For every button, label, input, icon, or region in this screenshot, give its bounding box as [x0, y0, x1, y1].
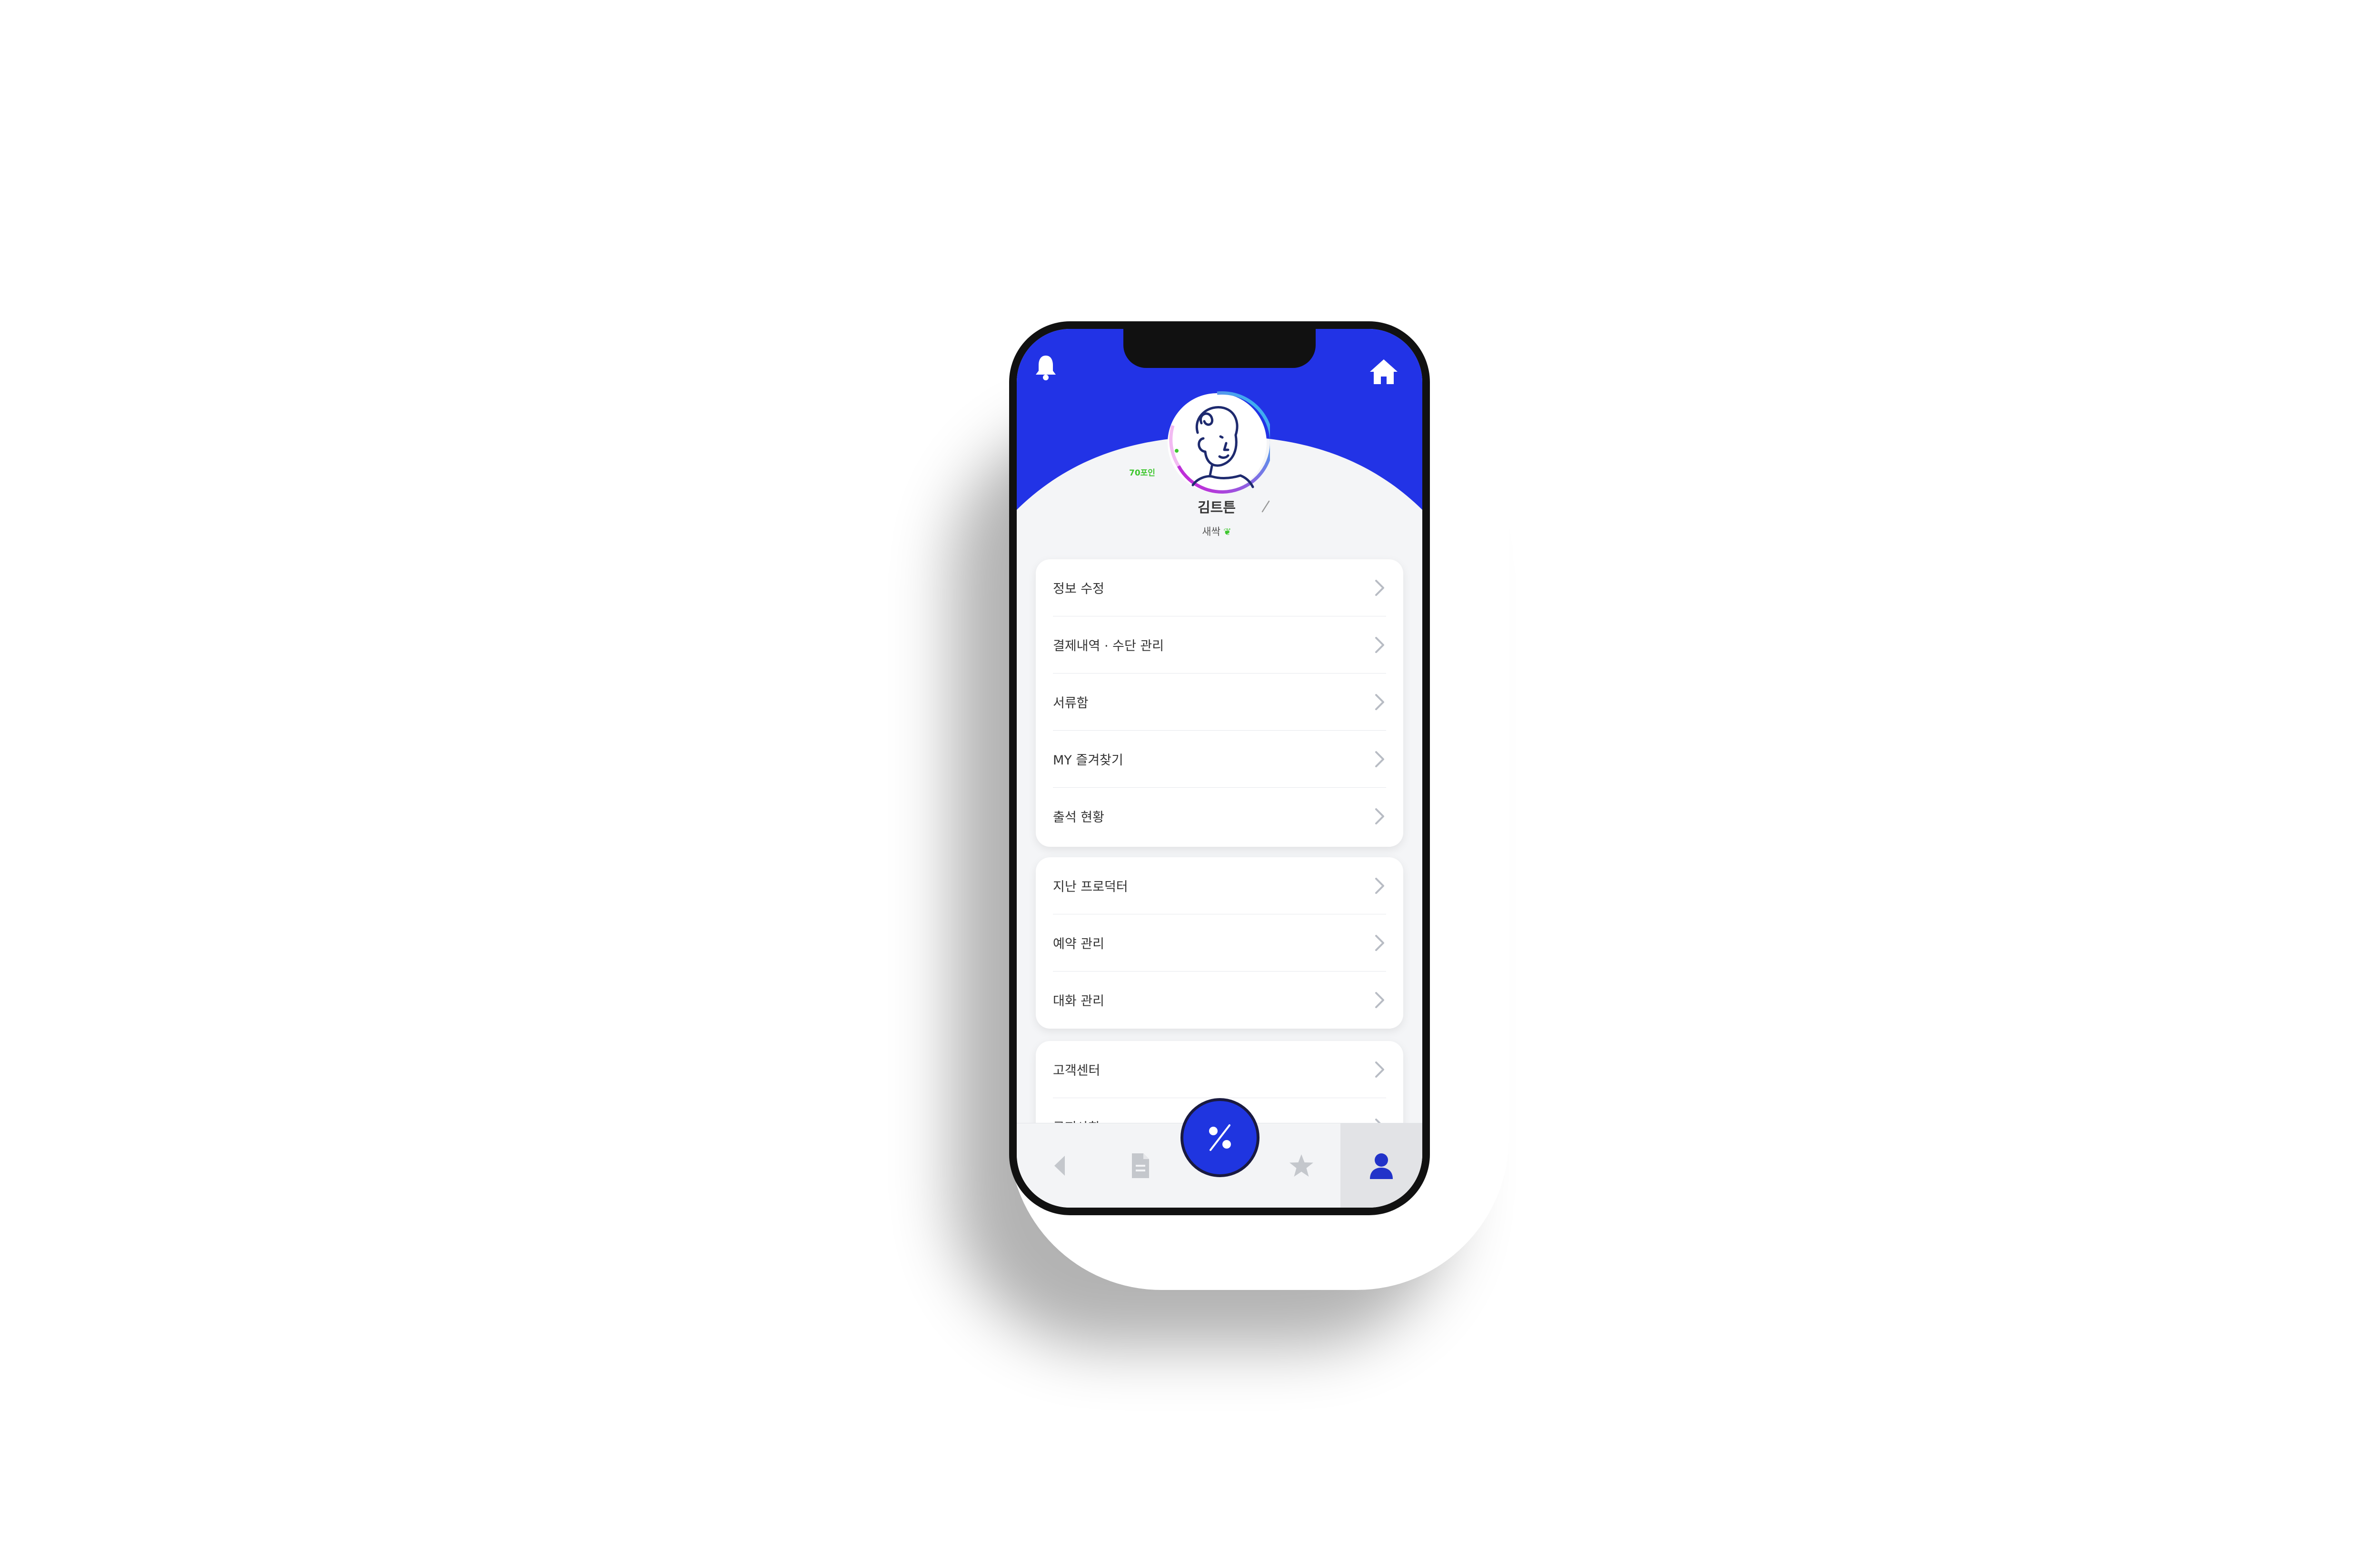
back-icon[interactable]	[1036, 1123, 1083, 1208]
user-name: 김트튼	[1197, 499, 1236, 516]
menu-item[interactable]: 정보 수정	[1053, 559, 1386, 616]
chevron-right-icon	[1375, 992, 1384, 1008]
user-grade: 새싹 ❦	[1160, 524, 1274, 538]
menu-item[interactable]: 지난 프로덕터	[1053, 857, 1386, 914]
bell-icon[interactable]	[1034, 354, 1058, 380]
avatar[interactable]	[1164, 390, 1270, 496]
chevron-right-icon	[1375, 808, 1384, 824]
phone-notch	[1123, 329, 1316, 368]
chevron-right-icon	[1375, 877, 1384, 894]
menu-item-label: 대화 관리	[1053, 994, 1104, 1009]
chevron-right-icon	[1375, 636, 1384, 653]
profile-icon[interactable]	[1340, 1123, 1422, 1208]
menu-item[interactable]: 출석 현황	[1053, 788, 1386, 844]
document-icon[interactable]	[1117, 1123, 1164, 1208]
menu-item[interactable]: 예약 관리	[1053, 914, 1386, 972]
menu-item[interactable]: 결제내역 · 수단 관리	[1053, 616, 1386, 674]
sprout-icon: ❦	[1223, 526, 1231, 537]
chevron-right-icon	[1375, 751, 1384, 767]
menu-card-account: 정보 수정 결제내역 · 수단 관리 서류함 MY 즐겨찾기 출석 현황	[1036, 559, 1403, 847]
chevron-right-icon	[1375, 934, 1384, 951]
phone-frame: 70포인 김트튼 새싹 ❦ 정보 수정 결제내역 · 수단 관리 서류함 MY …	[1009, 321, 1430, 1215]
app-screen: 70포인 김트튼 새싹 ❦ 정보 수정 결제내역 · 수단 관리 서류함 MY …	[1017, 329, 1422, 1208]
menu-item-label: 예약 관리	[1053, 937, 1104, 952]
menu-item-label: 고객센터	[1053, 1063, 1101, 1078]
menu-item-label: 서류함	[1053, 696, 1089, 711]
chevron-right-icon	[1375, 694, 1384, 710]
menu-item-label: 결제내역 · 수단 관리	[1053, 639, 1164, 654]
menu-item-label: 정보 수정	[1053, 582, 1104, 596]
menu-item-label: MY 즐겨찾기	[1053, 753, 1123, 768]
menu-item-label: 지난 프로덕터	[1053, 880, 1128, 894]
menu-item-label: 출석 현황	[1053, 810, 1104, 825]
percent-icon[interactable]	[1180, 1098, 1259, 1177]
home-icon[interactable]	[1369, 358, 1398, 385]
menu-card-activity: 지난 프로덕터 예약 관리 대화 관리	[1036, 857, 1403, 1029]
menu-item[interactable]: 고객센터	[1053, 1041, 1386, 1098]
chevron-right-icon	[1375, 1061, 1384, 1078]
pencil-icon[interactable]	[1260, 499, 1271, 513]
menu-item[interactable]: 서류함	[1053, 674, 1386, 731]
grade-label: 새싹	[1202, 526, 1220, 537]
star-icon[interactable]	[1278, 1123, 1325, 1208]
points-label: 70포인	[1129, 468, 1155, 478]
menu-item[interactable]: MY 즐겨찾기	[1053, 731, 1386, 788]
menu-item[interactable]: 대화 관리	[1053, 972, 1386, 1028]
chevron-right-icon	[1375, 579, 1384, 596]
